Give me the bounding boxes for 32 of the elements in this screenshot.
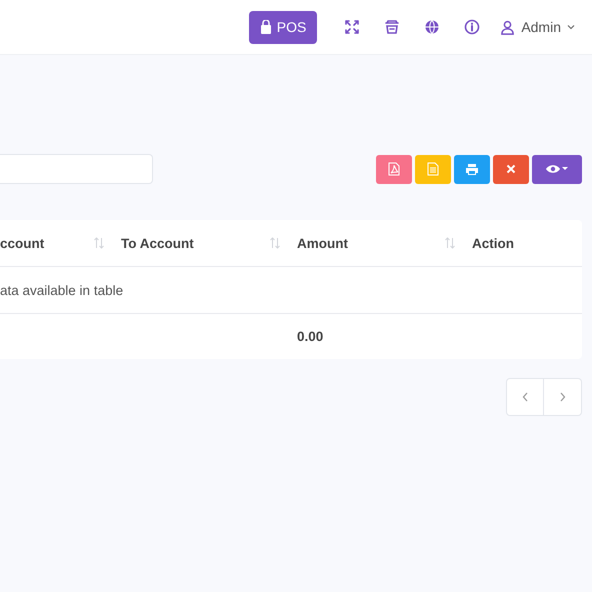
clear-button[interactable] <box>493 154 529 184</box>
user-name: Admin <box>521 19 561 35</box>
sort-icon[interactable] <box>93 237 105 249</box>
column-header[interactable]: Amount <box>297 236 348 250</box>
globe-icon[interactable] <box>424 19 440 35</box>
sort-icon[interactable] <box>269 237 281 249</box>
search-field[interactable] <box>0 154 153 184</box>
user-menu[interactable]: Admin <box>500 19 575 35</box>
pdf-file-icon <box>388 162 400 176</box>
user-icon <box>500 20 516 34</box>
empty-message: ata available in table <box>0 282 124 298</box>
close-icon <box>506 164 516 174</box>
chevron-right-icon <box>559 392 566 402</box>
sort-icon[interactable] <box>444 237 456 249</box>
chevron-left-icon <box>522 392 528 402</box>
view-menu-button[interactable] <box>532 154 582 184</box>
document-icon <box>427 162 439 176</box>
chevron-down-icon <box>567 24 575 30</box>
fullscreen-icon[interactable] <box>344 19 360 35</box>
column-header[interactable]: To Account <box>121 236 194 250</box>
document-button[interactable] <box>415 154 451 184</box>
print-button[interactable] <box>454 154 490 184</box>
bag-icon <box>260 20 272 34</box>
eye-dropdown-icon <box>545 164 569 174</box>
pos-button[interactable]: POS <box>248 10 318 44</box>
print-icon <box>465 162 479 176</box>
pdf-button[interactable] <box>376 154 412 184</box>
info-icon[interactable] <box>464 19 480 35</box>
column-header[interactable]: Action <box>472 236 514 250</box>
column-header[interactable]: ccount <box>0 236 44 250</box>
basket-icon[interactable] <box>384 19 400 35</box>
total-amount: 0.00 <box>296 329 324 344</box>
